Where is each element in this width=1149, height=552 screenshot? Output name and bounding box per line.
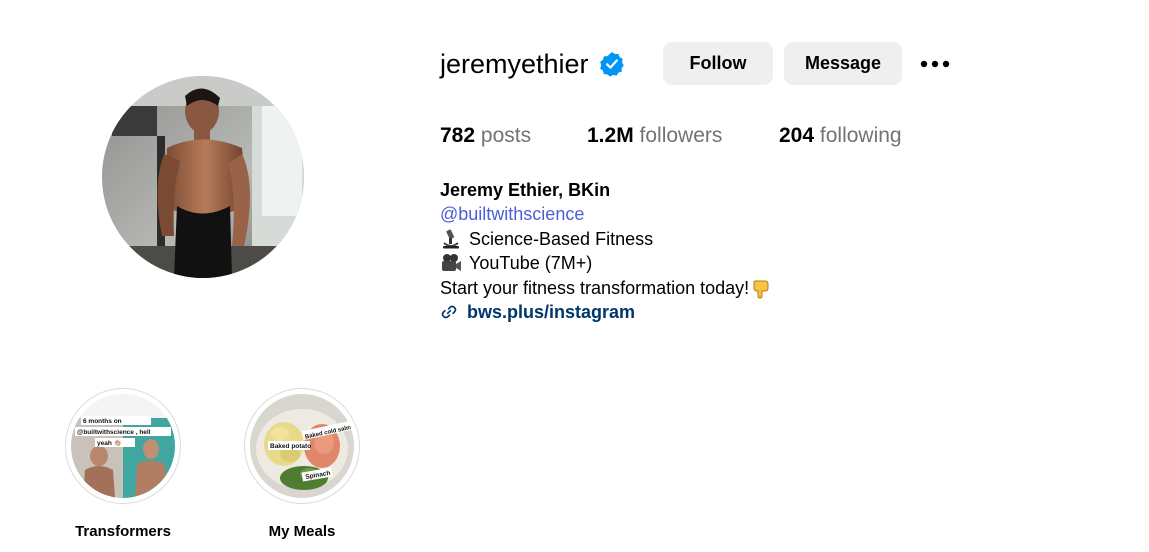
highlight-label-my-meals: My Meals (268, 523, 336, 540)
movie-camera-emoji (442, 254, 461, 272)
microscope-emoji (443, 229, 459, 249)
more-options-icon[interactable] (919, 52, 951, 76)
bio-full-name: Jeremy Ethier, BKin (440, 180, 611, 200)
meals-cover-text-1: Baked potato (270, 443, 311, 450)
link-icon (441, 305, 457, 319)
follow-button[interactable]: Follow (663, 42, 773, 85)
highlight-ring: Baked potato Baked cold salmon Spinach (244, 388, 360, 504)
highlight-label-transformers: Transformers (75, 523, 171, 540)
highlight-ring: 6 months on @builtwithscience , hell yea… (65, 388, 181, 504)
meals-cover-image: Baked potato Baked cold salmon Spinach (250, 394, 354, 498)
following-label: following (819, 124, 902, 147)
profile-avatar[interactable] (102, 76, 304, 278)
transformers-cover-text-3: yeah 👏🏼 (97, 439, 122, 447)
bio-external-link[interactable]: bws.plus/instagram (440, 300, 772, 324)
pointing-down-emoji (753, 280, 769, 299)
transformers-cover-image: 6 months on @builtwithscience , hell yea… (71, 394, 175, 498)
following-count: 204 (779, 124, 815, 147)
followers-count: 1.2M (587, 124, 634, 147)
highlight-transformers[interactable]: 6 months on @builtwithscience , hell yea… (64, 388, 182, 540)
bio-text-fitness: Science-Based Fitness (469, 228, 654, 249)
followers-label: followers (639, 124, 723, 147)
highlight-cover-transformers: 6 months on @builtwithscience , hell yea… (71, 394, 175, 498)
posts-stat[interactable]: 782 posts (440, 124, 531, 148)
highlight-cover-my-meals: Baked potato Baked cold salmon Spinach (250, 394, 354, 498)
profile-photo (102, 76, 304, 278)
highlight-my-meals[interactable]: Baked potato Baked cold salmon Spinach M… (243, 388, 361, 540)
bio-link-text: bws.plus/instagram (467, 302, 636, 323)
bio-line-fitness: Science-Based Fitness (440, 227, 772, 251)
username: jeremyethier (440, 49, 589, 79)
following-stat[interactable]: 204 following (779, 124, 902, 148)
followers-stat[interactable]: 1.2M followers (587, 124, 722, 148)
posts-count: 782 (440, 124, 476, 147)
transformers-cover-text-1: 6 months on (83, 418, 122, 425)
verified-badge-icon (599, 51, 624, 77)
bio-line-cta: Start your fitness transformation today! (440, 276, 772, 300)
profile-header: jeremyethier (440, 42, 625, 86)
bio-mention-link[interactable]: @builtwithscience (440, 202, 772, 226)
bio-text-cta: Start your fitness transformation today! (440, 277, 750, 298)
transformers-cover-text-2: @builtwithscience , hell (77, 429, 151, 436)
bio-text-youtube: YouTube (7M+) (469, 253, 593, 274)
message-button[interactable]: Message (784, 42, 902, 85)
profile-bio: Jeremy Ethier, BKin @builtwithscience Sc… (440, 178, 772, 324)
bio-line-youtube: YouTube (7M+) (440, 251, 772, 275)
posts-label: posts (480, 124, 532, 147)
